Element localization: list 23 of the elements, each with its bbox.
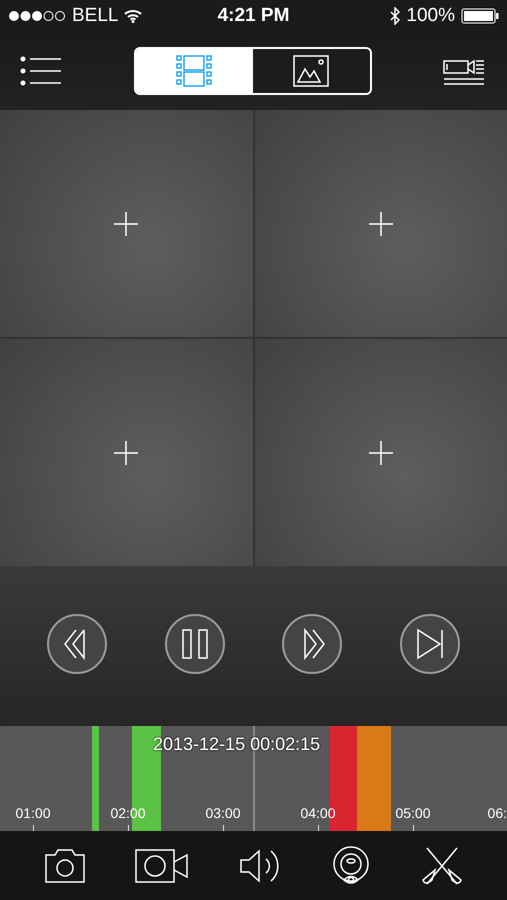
- scissors-icon[interactable]: [420, 846, 463, 886]
- time-tick-label: 05:00: [394, 805, 432, 821]
- time-tick-label: 03:00: [204, 805, 242, 821]
- pause-icon: [180, 628, 210, 660]
- image-icon: [293, 55, 329, 87]
- clock: 4:21 PM: [218, 5, 290, 27]
- add-icon[interactable]: [114, 212, 138, 236]
- view-switch[interactable]: [134, 47, 372, 95]
- signal-icon: [8, 10, 66, 22]
- image-tab[interactable]: [252, 49, 370, 93]
- battery-icon: [461, 8, 499, 24]
- film-icon: [176, 55, 212, 87]
- add-icon[interactable]: [368, 212, 393, 236]
- time-tick-label: 01:00: [14, 805, 52, 821]
- menu-icon[interactable]: [20, 56, 62, 86]
- wifi-icon: [124, 9, 142, 23]
- add-icon[interactable]: [368, 440, 393, 464]
- bluetooth-icon: [390, 7, 400, 25]
- skip-next-icon: [415, 628, 446, 660]
- time-tick-label: 06:: [488, 805, 507, 821]
- battery-percent: 100%: [406, 5, 455, 27]
- carrier: BELL: [72, 5, 118, 27]
- add-icon[interactable]: [114, 440, 138, 464]
